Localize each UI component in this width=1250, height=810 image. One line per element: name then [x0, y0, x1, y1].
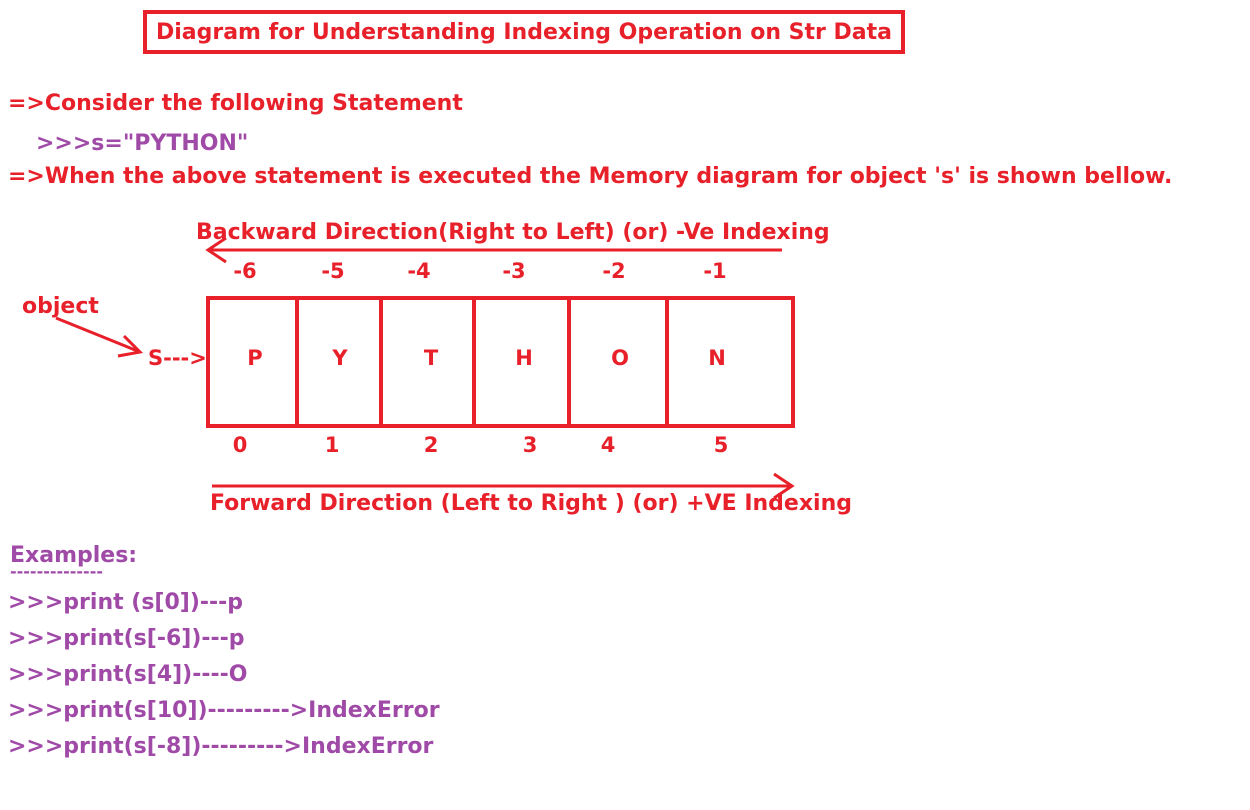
- memory-cell-4: [567, 296, 669, 428]
- diagram-graphics: [55, 236, 795, 500]
- memory-cell-5: [665, 296, 795, 428]
- forward-arrow: [212, 472, 795, 500]
- memory-cell-2: [379, 296, 476, 428]
- memory-cell-1: [295, 296, 383, 428]
- memory-cell-0: [206, 296, 299, 428]
- backward-arrow: [205, 236, 782, 264]
- memory-cell-3: [472, 296, 571, 428]
- object-pointer-arrow: [55, 316, 144, 358]
